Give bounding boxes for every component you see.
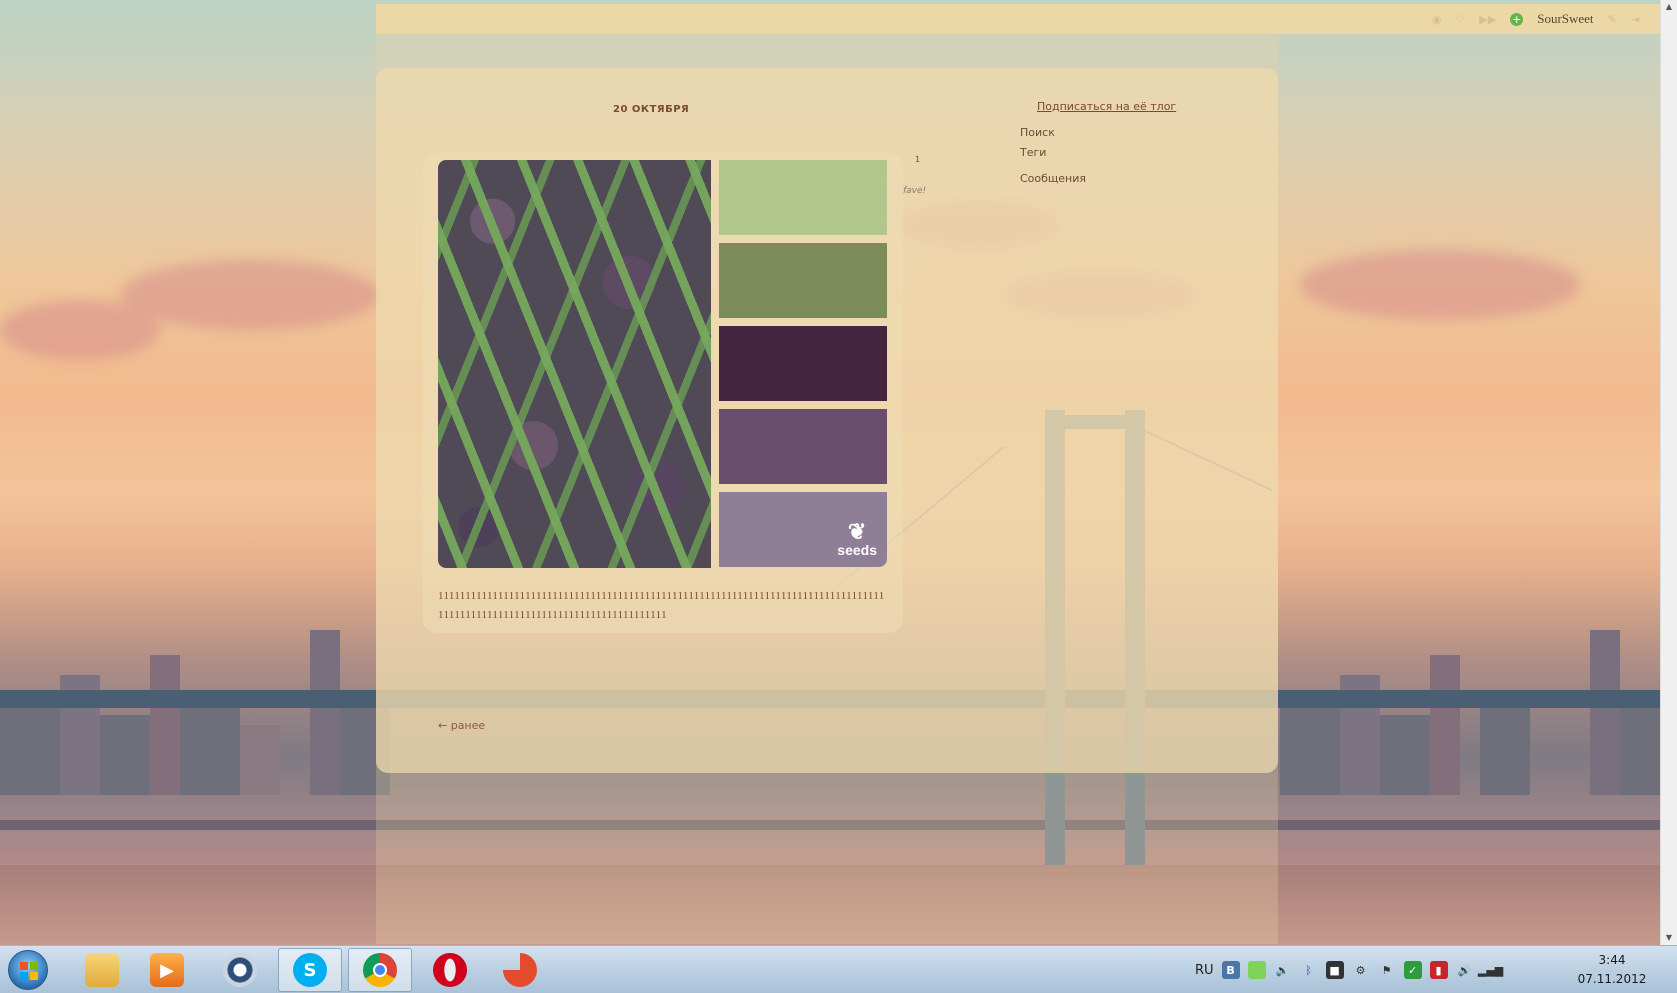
battery-icon[interactable]: ▮	[1429, 961, 1448, 979]
forward-icon[interactable]: ▶▶	[1479, 13, 1496, 26]
skype-icon: S	[293, 953, 327, 987]
post-text: 1111111111111111111111111111111111111111…	[438, 590, 885, 621]
edit-icon[interactable]: ✎	[1608, 13, 1617, 26]
volume-icon[interactable]: 🔊	[1456, 961, 1474, 979]
start-button[interactable]	[8, 950, 48, 990]
clock-time: 3:44	[1598, 953, 1626, 967]
action-center-flag-icon[interactable]: ⚑	[1378, 961, 1396, 979]
opera-icon	[433, 953, 467, 987]
post-date: 20 ОКТЯБРЯ	[613, 104, 690, 115]
clock[interactable]: 3:44 07.11.2012	[1572, 951, 1652, 989]
swatch	[719, 243, 887, 318]
swatch	[719, 409, 887, 484]
subscribe-link[interactable]: Подписаться на её тлог	[1037, 100, 1176, 113]
notes-icon[interactable]	[1247, 961, 1266, 979]
color-palette: ❦ seeds	[719, 160, 887, 575]
windows-taskbar: ▶ S RU B 🔈 ᛒ ■ ⚙ ⚑ ✓ ▮ 🔊 ▂▄▆ 3:44 07.11.…	[0, 945, 1677, 993]
taskbar-chrome[interactable]	[348, 948, 412, 992]
security-icon[interactable]: ✓	[1403, 961, 1422, 979]
clock-date: 07.11.2012	[1577, 972, 1647, 986]
webcam-icon	[223, 953, 257, 987]
language-indicator[interactable]: RU	[1195, 963, 1214, 978]
prev-page-link[interactable]: ← ранее	[438, 719, 485, 732]
logout-icon[interactable]: ⇥	[1631, 13, 1640, 26]
rss-icon[interactable]: ◉	[1432, 13, 1442, 26]
leaf-icon: ❦	[847, 519, 867, 544]
cloud	[0, 300, 160, 360]
scroll-up-icon[interactable]: ▲	[1664, 2, 1674, 12]
cloud	[120, 260, 380, 330]
page-scrollbar[interactable]: ▲ ▼	[1660, 0, 1677, 945]
seeds-logo: ❦ seeds	[837, 519, 877, 558]
heart-icon[interactable]: ♡	[1455, 13, 1465, 26]
taskbar-opera[interactable]	[418, 948, 482, 992]
notes-count[interactable]: 1	[915, 155, 920, 164]
taskbar-skype[interactable]: S	[278, 948, 342, 992]
swatch: ❦ seeds	[719, 492, 887, 567]
sidebar-item-tags[interactable]: Теги	[1020, 146, 1086, 166]
windows-logo-icon	[20, 962, 38, 980]
system-tray: RU B 🔈 ᛒ ■ ⚙ ⚑ ✓ ▮ 🔊 ▂▄▆	[1195, 946, 1503, 993]
artichoke-photo[interactable]	[438, 160, 711, 568]
taskbar-explorer[interactable]	[70, 948, 134, 992]
vk-icon[interactable]: B	[1221, 961, 1240, 979]
chrome-icon	[363, 953, 397, 987]
fave-label[interactable]: fave!	[903, 186, 926, 196]
sidebar-item-messages[interactable]: Сообщения	[1020, 172, 1086, 192]
photoscape-icon	[503, 953, 537, 987]
sidebar-links: Поиск Теги Сообщения	[1020, 126, 1086, 192]
seeds-logo-text: seeds	[837, 542, 877, 558]
signal-icon[interactable]: ▂▄▆	[1478, 961, 1503, 979]
swatch	[719, 160, 887, 235]
taskbar-photoscape[interactable]	[488, 948, 552, 992]
add-icon[interactable]: +	[1510, 12, 1524, 26]
taskbar-media-player[interactable]: ▶	[135, 948, 199, 992]
sidebar-item-search[interactable]: Поиск	[1020, 126, 1086, 146]
tumblr-topbar: ◉ ♡ ▶▶ + SourSweet ✎ ⇥	[376, 4, 1660, 34]
play-icon: ▶	[150, 953, 184, 987]
bluetooth-icon[interactable]: ᛒ	[1300, 961, 1318, 979]
network-share-icon[interactable]: ⚙	[1352, 961, 1370, 979]
device-icon[interactable]: ■	[1325, 961, 1344, 979]
cloud	[1300, 250, 1580, 320]
folder-icon	[85, 953, 119, 987]
speaker-icon[interactable]: 🔈	[1274, 961, 1292, 979]
swatch	[719, 326, 887, 401]
scroll-down-icon[interactable]: ▼	[1664, 933, 1674, 943]
taskbar-webcam[interactable]	[208, 948, 272, 992]
username-link[interactable]: SourSweet	[1537, 11, 1593, 27]
